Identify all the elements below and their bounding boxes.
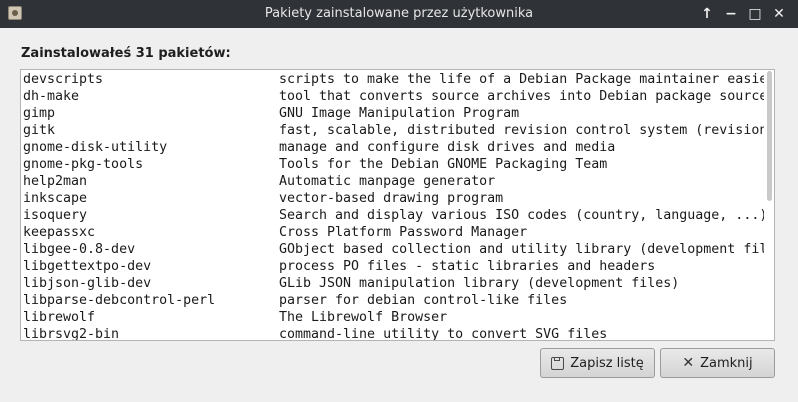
floppy-disk-icon bbox=[551, 356, 565, 370]
package-name: keepassxc bbox=[23, 225, 96, 240]
save-list-button[interactable]: Zapisz listę bbox=[540, 348, 655, 378]
close-button[interactable]: ✕ Zamknij bbox=[660, 348, 775, 378]
package-description: Tools for the Debian GNOME Packaging Tea… bbox=[279, 157, 608, 172]
list-item[interactable]: gnome-disk-utility manage and configure d… bbox=[22, 139, 764, 156]
package-name: libjson-glib-dev bbox=[23, 276, 152, 291]
list-item[interactable]: devscripts scripts to make the life of a … bbox=[22, 71, 764, 88]
close-label: Zamknij bbox=[700, 355, 753, 371]
list-item[interactable]: dh-make tool that converts source archive… bbox=[22, 88, 764, 105]
list-item[interactable]: keepassxc Cross Platform Password Manager bbox=[22, 224, 764, 241]
maximize-icon[interactable]: □ bbox=[746, 4, 764, 24]
package-description: fast, scalable, distributed revision con… bbox=[279, 123, 764, 138]
vertical-scrollbar[interactable] bbox=[767, 71, 773, 339]
package-list-frame[interactable]: devscripts scripts to make the life of a … bbox=[20, 69, 775, 341]
minimize-icon[interactable]: − bbox=[722, 4, 740, 24]
package-description: vector-based drawing program bbox=[279, 191, 504, 206]
package-description: tool that converts source archives into … bbox=[279, 89, 764, 104]
list-item[interactable]: librewolf The Librewolf Browser bbox=[22, 309, 764, 326]
package-description: GObject based collection and utility lib… bbox=[279, 242, 764, 257]
list-item[interactable]: gimp GNU Image Manipulation Program bbox=[22, 105, 764, 122]
package-name: inkscape bbox=[23, 191, 88, 206]
window-controls: ↑ − □ ✕ bbox=[698, 4, 788, 24]
list-item[interactable]: librsvg2-bin command-line utility to conv… bbox=[22, 326, 764, 340]
list-item[interactable]: gnome-pkg-tools Tools for the Debian GNOM… bbox=[22, 156, 764, 173]
package-description: manage and configure disk drives and med… bbox=[279, 140, 616, 155]
list-item[interactable]: libjson-glib-dev GLib JSON manipulation l… bbox=[22, 275, 764, 292]
keep-above-icon[interactable]: ↑ bbox=[698, 4, 716, 24]
package-name: gnome-disk-utility bbox=[23, 140, 168, 155]
package-description: parser for debian control-like files bbox=[279, 293, 568, 308]
list-item[interactable]: gitk fast, scalable, distributed revision… bbox=[22, 122, 764, 139]
close-x-icon: ✕ bbox=[682, 355, 695, 371]
package-description: The Librewolf Browser bbox=[279, 310, 448, 325]
package-name: gimp bbox=[23, 106, 56, 121]
close-window-icon[interactable]: ✕ bbox=[770, 4, 788, 24]
package-name: dh-make bbox=[23, 89, 80, 104]
list-item[interactable]: libparse-debcontrol-perl parser for debia… bbox=[22, 292, 764, 309]
package-name: gitk bbox=[23, 123, 56, 138]
package-description: GLib JSON manipulation library (developm… bbox=[279, 276, 680, 291]
list-item[interactable]: inkscape vector-based drawing program bbox=[22, 190, 764, 207]
list-item[interactable]: isoquery Search and display various ISO c… bbox=[22, 207, 764, 224]
package-list[interactable]: devscripts scripts to make the life of a … bbox=[22, 71, 764, 340]
package-description: Automatic manpage generator bbox=[279, 174, 496, 189]
package-name: libgettextpo-dev bbox=[23, 259, 152, 274]
save-list-label: Zapisz listę bbox=[570, 355, 644, 371]
package-description: scripts to make the life of a Debian Pac… bbox=[279, 72, 764, 87]
package-description: Cross Platform Password Manager bbox=[279, 225, 528, 240]
package-name: librewolf bbox=[23, 310, 96, 325]
package-name: isoquery bbox=[23, 208, 88, 223]
package-name: libparse-debcontrol-perl bbox=[23, 293, 216, 308]
scrollbar-thumb[interactable] bbox=[767, 71, 772, 201]
list-item[interactable]: libgettextpo-dev process PO files - stati… bbox=[22, 258, 764, 275]
package-name: devscripts bbox=[23, 72, 104, 87]
package-description: GNU Image Manipulation Program bbox=[279, 106, 520, 121]
list-item[interactable]: help2man Automatic manpage generator bbox=[22, 173, 764, 190]
package-description: command-line utility to convert SVG file… bbox=[279, 327, 608, 340]
window-title: Pakiety zainstalowane przez użytkownika bbox=[264, 6, 534, 21]
package-name: librsvg2-bin bbox=[23, 327, 120, 340]
package-description: process PO files - static libraries and … bbox=[279, 259, 656, 274]
package-name: libgee-0.8-dev bbox=[23, 242, 136, 257]
package-description: Search and display various ISO codes (co… bbox=[279, 208, 764, 223]
list-item[interactable]: libgee-0.8-dev GObject based collection a… bbox=[22, 241, 764, 258]
installed-count-heading: Zainstalowałeś 31 pakietów: bbox=[21, 46, 231, 61]
title-bar[interactable]: Pakiety zainstalowane przez użytkownika … bbox=[0, 0, 798, 28]
package-name: gnome-pkg-tools bbox=[23, 157, 144, 172]
package-name: help2man bbox=[23, 174, 88, 189]
